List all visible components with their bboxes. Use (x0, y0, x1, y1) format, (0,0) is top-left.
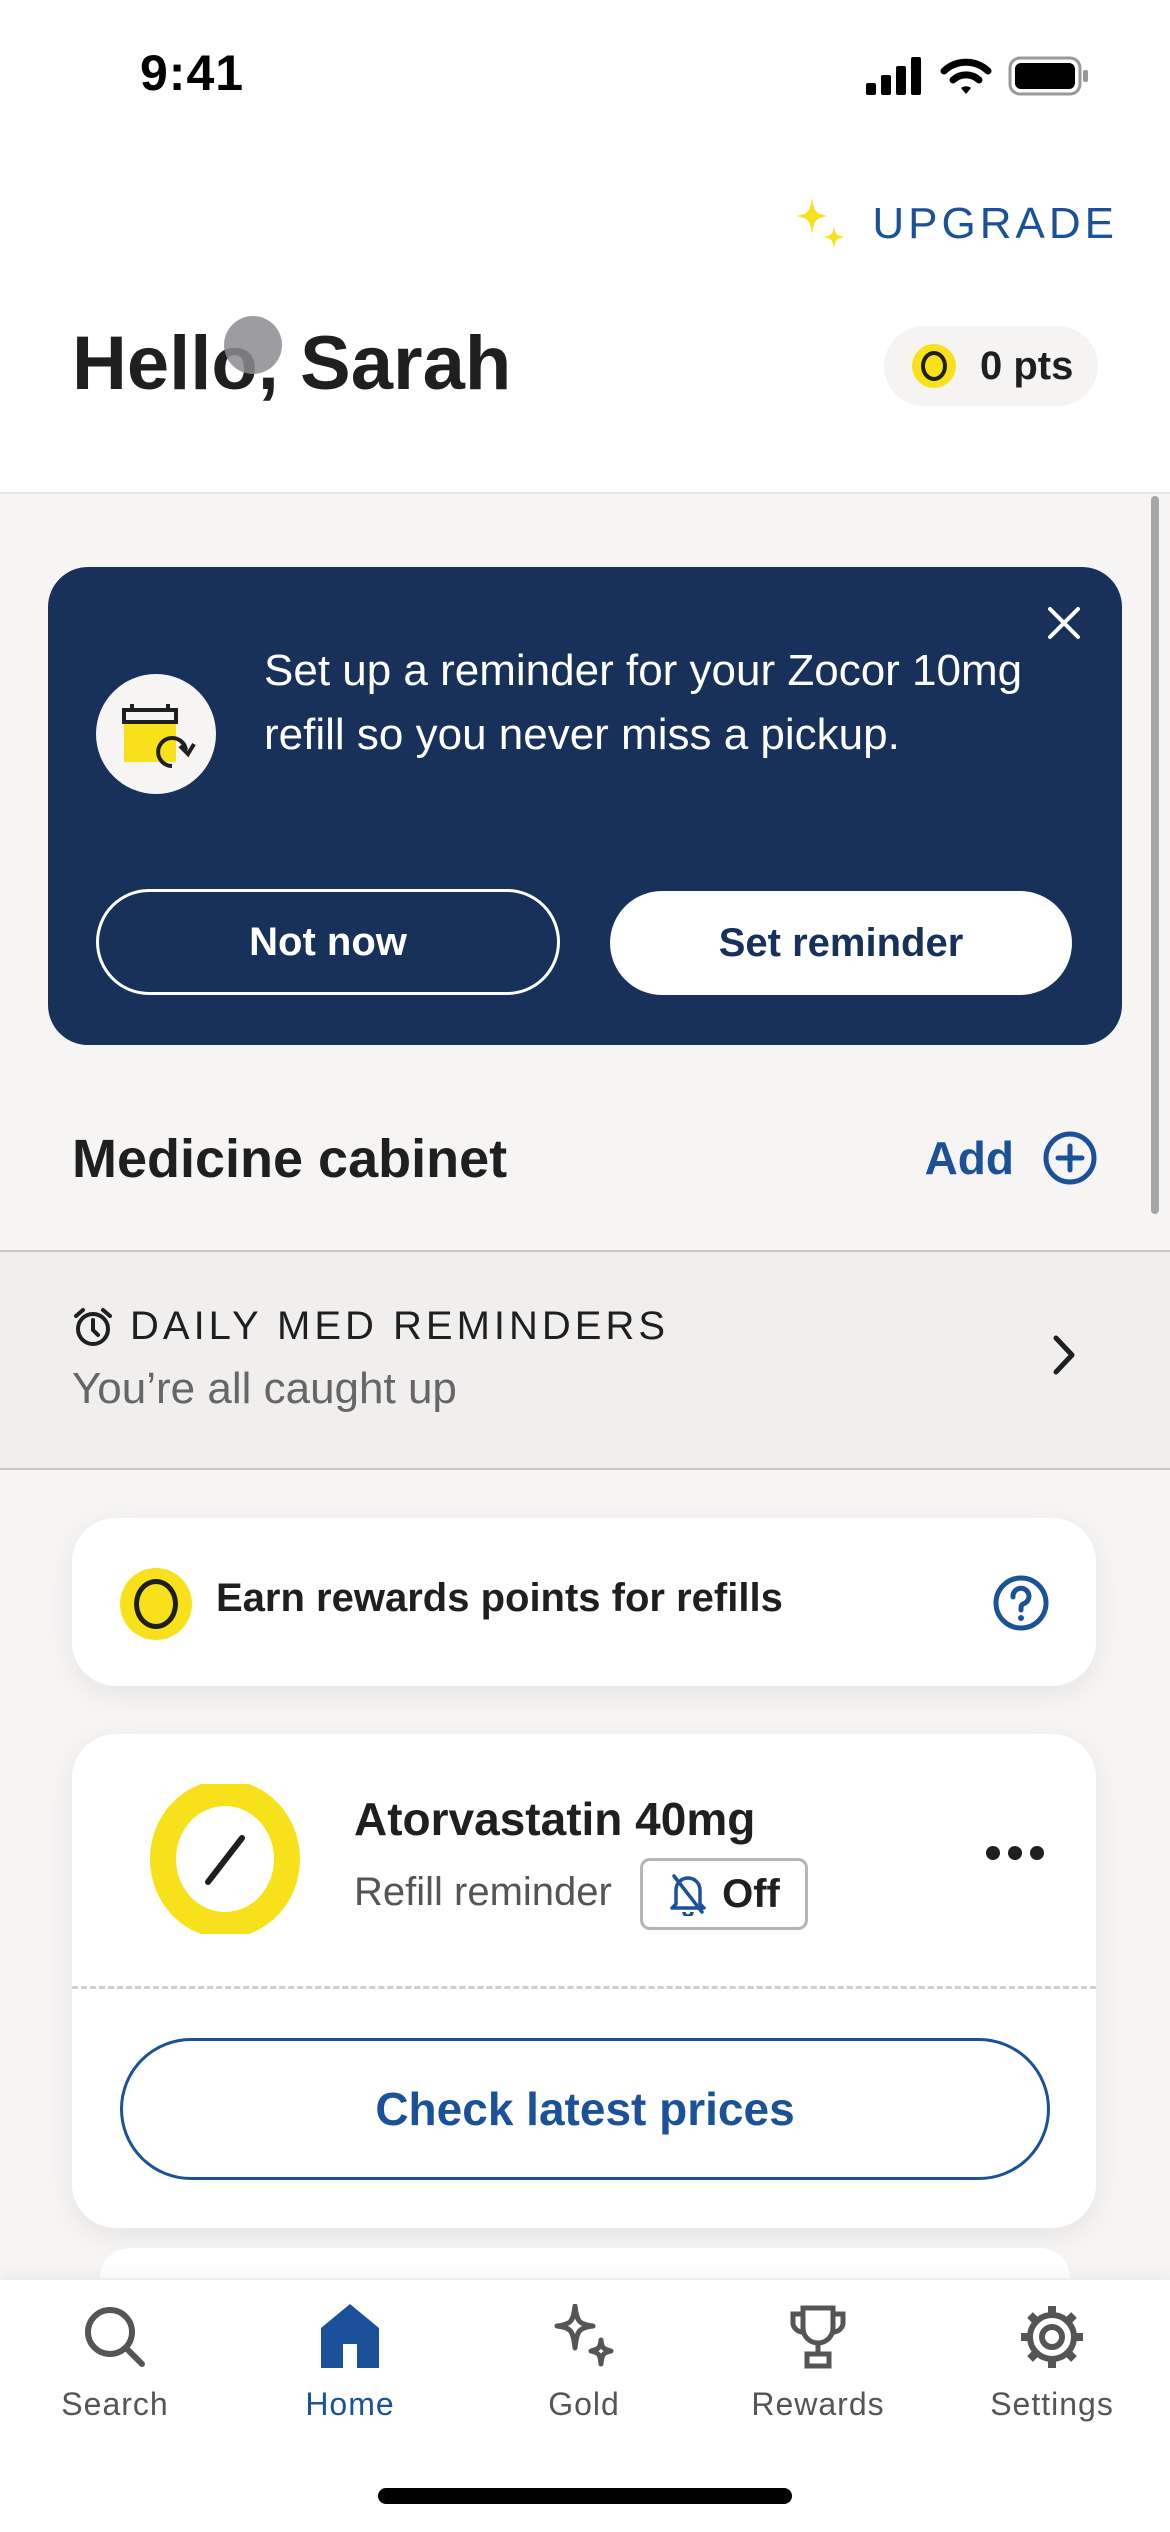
scrollbar[interactable] (1151, 496, 1159, 1214)
app-header: 9:41 UPGRADE Hello, Sarah 0 pts (0, 0, 1170, 494)
tab-search[interactable]: Search (15, 2304, 215, 2423)
greeting-title: Hello, Sarah (72, 321, 512, 406)
close-icon[interactable] (1042, 601, 1086, 645)
status-time: 9:41 (140, 45, 245, 101)
alarm-clock-icon (74, 1307, 112, 1346)
home-icon (321, 2304, 379, 2368)
tab-rewards[interactable]: Rewards (718, 2304, 918, 2423)
upgrade-label: UPGRADE (872, 199, 1118, 248)
upgrade-button[interactable]: UPGRADE (790, 194, 1118, 254)
status-icons (866, 56, 1090, 96)
add-label: Add (924, 1132, 1014, 1184)
calendar-refresh-icon (96, 674, 216, 794)
medication-name: Atorvastatin 40mg (354, 1793, 756, 1845)
trophy-icon (790, 2305, 846, 2369)
divider (72, 1986, 1096, 1989)
points-value: 0 pts (980, 343, 1074, 388)
wifi-icon (940, 58, 992, 94)
daily-reminders-header: DAILY MED REMINDERS (72, 1304, 669, 1349)
check-latest-prices-button[interactable]: Check latest prices (120, 2038, 1050, 2180)
search-icon (85, 2307, 145, 2367)
tab-gold[interactable]: Gold (484, 2304, 684, 2423)
points-chip[interactable]: 0 pts (884, 326, 1098, 406)
refill-reminder-state: Off (722, 1871, 780, 1916)
tab-home[interactable]: Home (250, 2304, 450, 2423)
battery-icon (1008, 56, 1088, 96)
set-reminder-button[interactable]: Set reminder (610, 891, 1072, 995)
rewards-promo-text: Earn rewards points for refills (216, 1576, 783, 1620)
daily-reminders-status: You’re all caught up (72, 1364, 457, 1413)
medication-card: Atorvastatin 40mg Refill reminder Off Ch… (72, 1734, 1096, 2228)
more-options-button[interactable] (986, 1846, 1044, 1860)
tab-label: Gold (548, 2386, 620, 2422)
touch-indicator (224, 316, 282, 374)
banner-message: Set up a reminder for your Zocor 10mg re… (264, 646, 1023, 759)
signal-icon (866, 57, 921, 95)
more-dot (986, 1846, 1000, 1860)
coin-icon (912, 344, 956, 388)
coin-icon (120, 1568, 192, 1640)
refill-reminder-banner: Set up a reminder for your Zocor 10mg re… (48, 567, 1122, 1045)
sparkle-icon (796, 198, 845, 250)
medicine-cabinet-title: Medicine cabinet (72, 1129, 508, 1189)
rewards-promo-card[interactable]: Earn rewards points for refills (72, 1518, 1096, 1686)
home-indicator (378, 2488, 792, 2504)
next-card-peek (100, 2248, 1070, 2278)
plus-circle-icon (1043, 1131, 1097, 1185)
bell-off-icon (670, 1874, 706, 1916)
daily-reminders-label: DAILY MED REMINDERS (130, 1304, 670, 1348)
tab-label: Settings (990, 2386, 1114, 2422)
more-dot (1030, 1846, 1044, 1860)
tab-label: Search (61, 2386, 169, 2422)
refill-reminder-toggle[interactable]: Off (640, 1858, 808, 1930)
tab-label: Home (305, 2386, 395, 2422)
not-now-button[interactable]: Not now (96, 889, 560, 995)
pill-icon (150, 1784, 300, 1934)
tab-label: Rewards (751, 2386, 885, 2422)
refill-reminder-label: Refill reminder (354, 1870, 612, 1914)
sparkle-icon (554, 2304, 614, 2367)
more-dot (1008, 1846, 1022, 1860)
tab-settings[interactable]: Settings (952, 2304, 1152, 2423)
add-medication-button[interactable]: Add (925, 1130, 1098, 1186)
daily-med-reminders-row[interactable]: DAILY MED REMINDERS You’re all caught up (0, 1250, 1170, 1470)
help-icon[interactable] (992, 1574, 1050, 1632)
chevron-right-icon (1053, 1335, 1075, 1375)
gear-icon (1021, 2306, 1083, 2368)
